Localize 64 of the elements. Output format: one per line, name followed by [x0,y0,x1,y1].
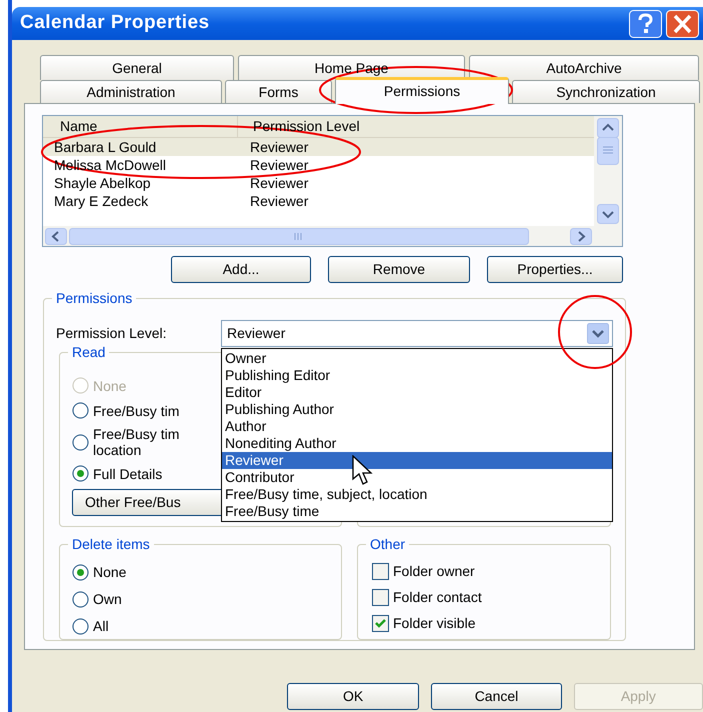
button[interactable]: Remove [328,256,470,283]
permission-level: Reviewer [250,192,308,208]
scroll-up-icon[interactable] [597,118,619,138]
scroll-down-icon[interactable] [597,204,619,224]
scroll-thumb-icon[interactable] [69,228,529,244]
radio-label: All [93,617,109,636]
column-header[interactable]: Name [43,116,238,137]
list-row[interactable]: Barbara L Gould Reviewer [43,138,594,156]
column-header[interactable]: Permission Level [238,116,594,137]
window-title: Calendar Properties [20,11,211,36]
close-icon[interactable] [666,10,699,38]
radio-button[interactable] [72,465,89,482]
permission-level-combobox[interactable]: Reviewer [221,320,613,347]
checkbox[interactable] [372,615,389,632]
member-name: Mary E Zedeck [54,192,148,208]
tab[interactable]: Permissions [335,77,509,104]
list-row[interactable]: Mary E Zedeck Reviewer [43,192,594,210]
permission-level: Reviewer [250,156,308,172]
dropdown-option[interactable]: Publishing Author [222,401,612,418]
permission-level: Reviewer [250,174,308,190]
checkbox-label: Folder owner [393,562,475,581]
radio-label: Free/Busy tim location [93,426,180,458]
member-name: Shayle Abelkop [54,174,151,190]
help-icon[interactable] [629,10,662,38]
radio-label: Own [93,590,122,609]
tab[interactable]: Synchronization [512,80,700,103]
mouse-cursor-icon [352,455,374,487]
dropdown-option[interactable]: Editor [222,384,612,401]
tab[interactable]: Forms [225,80,332,103]
checkbox[interactable] [372,563,389,580]
checkbox-label: Folder contact [393,588,482,607]
button[interactable]: Add... [171,256,311,283]
tab[interactable]: General [40,55,234,80]
radio-button[interactable] [72,564,89,581]
dropdown-option[interactable]: Reviewer [222,452,612,469]
scroll-thumb-icon[interactable] [597,137,619,165]
scroll-left-icon[interactable] [45,228,67,244]
radio-label: Full Details [93,466,162,482]
dropdown-option[interactable]: Owner [222,350,612,367]
radio-button[interactable] [72,618,89,635]
radio-button[interactable] [72,434,89,450]
checkbox-label: Folder visible [393,614,476,633]
scroll-right-icon[interactable] [570,228,592,244]
dropdown-option[interactable]: Nonediting Author [222,435,612,452]
radio-label: None [93,378,126,394]
permission-level: Reviewer [250,138,308,154]
dropdown-option[interactable]: Contributor [222,469,612,486]
radio-button[interactable] [72,591,89,608]
dropdown-option[interactable]: Publishing Editor [222,367,612,384]
button[interactable]: Properties... [487,256,623,283]
dropdown-option[interactable]: Author [222,418,612,435]
radio-button[interactable] [72,402,89,419]
list-row[interactable]: Shayle Abelkop Reviewer [43,174,594,192]
radio-label: Free/Busy tim [93,402,180,418]
radio-label: None [93,563,126,582]
button[interactable]: OK [287,683,420,710]
tab[interactable]: AutoArchive [469,55,699,80]
button[interactable]: Cancel [431,683,562,710]
vertical-scrollbar[interactable] [594,116,622,226]
tab[interactable]: Administration [40,80,222,103]
checkbox[interactable] [372,589,389,606]
horizontal-scrollbar[interactable] [43,226,622,246]
field-label: Permission Level: [56,324,168,343]
member-name: Barbara L Gould [54,138,156,154]
